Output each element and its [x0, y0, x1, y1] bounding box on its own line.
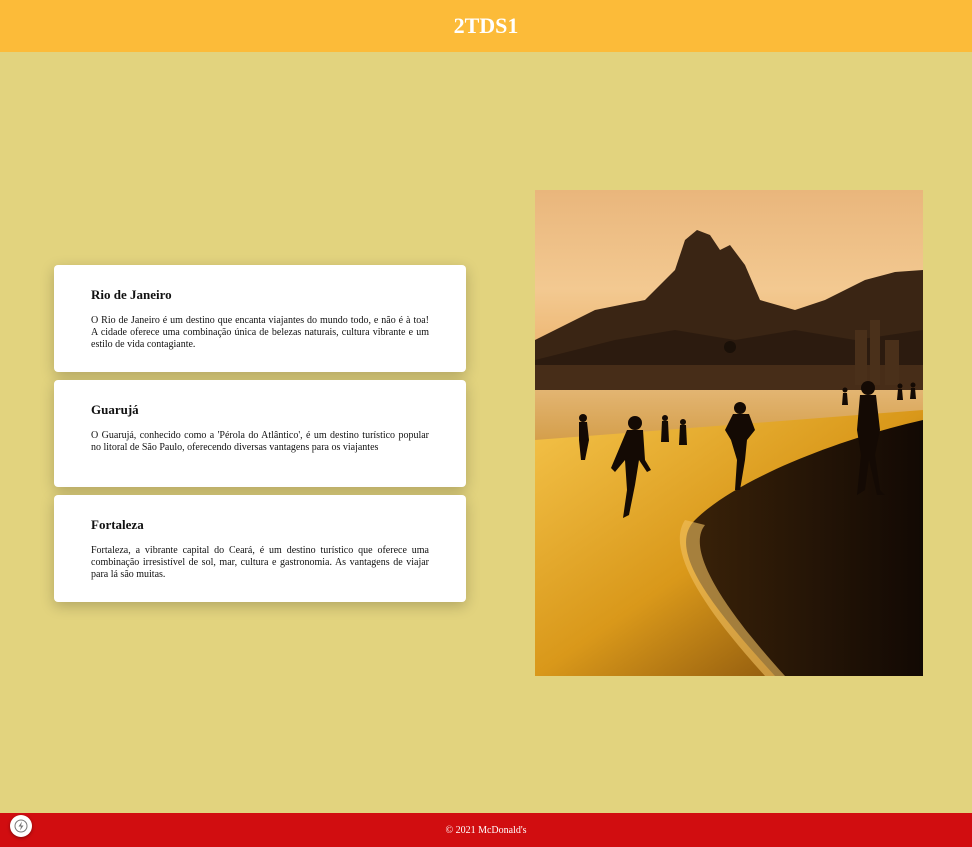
card-text: O Guarujá, conhecido como a 'Pérola do A…: [91, 430, 429, 453]
card-text: O Rio de Janeiro é um destino que encant…: [91, 315, 429, 350]
destination-card-guaruja: Guarujá O Guarujá, conhecido como a 'Pér…: [54, 380, 466, 487]
footer-copyright: © 2021 McDonald's: [445, 824, 527, 836]
destination-card-fortaleza: Fortaleza Fortaleza, a vibrante capital …: [54, 495, 466, 602]
card-title: Rio de Janeiro: [91, 287, 172, 302]
footer-bar: © 2021 McDonald's: [0, 813, 972, 847]
bolt-icon: [14, 819, 28, 833]
card-title: Guarujá: [91, 402, 139, 417]
destination-card-rio: Rio de Janeiro O Rio de Janeiro é um des…: [54, 265, 466, 372]
beach-photo: [535, 190, 923, 676]
page-title: 2TDS1: [453, 13, 519, 38]
header-bar: 2TDS1: [0, 0, 972, 52]
card-title: Fortaleza: [91, 517, 144, 532]
card-text: Fortaleza, a vibrante capital do Ceará, …: [91, 545, 429, 580]
bolt-button[interactable]: [10, 815, 32, 837]
